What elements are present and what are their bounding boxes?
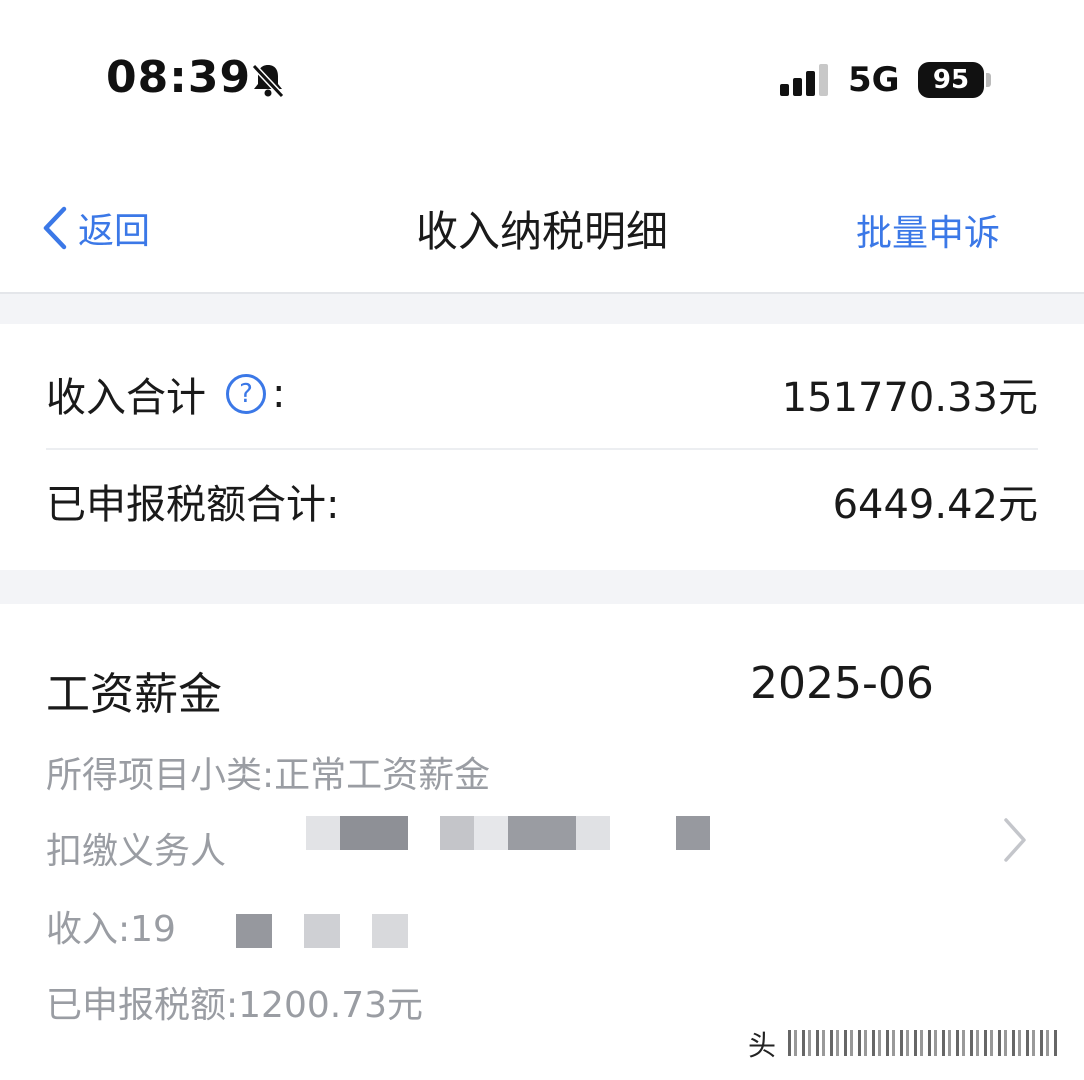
mosaic-block	[576, 816, 610, 850]
chevron-right-icon	[1004, 818, 1026, 862]
mosaic-block	[372, 914, 408, 948]
mosaic-block	[508, 816, 576, 850]
record-subcategory: 所得项目小类:正常工资薪金	[46, 755, 491, 796]
mosaic-block	[304, 914, 340, 948]
mosaic-block	[340, 816, 408, 850]
income-total-colon: :	[272, 371, 286, 417]
watermark-text: 头	[748, 1029, 777, 1062]
record-tax: 已申报税额:1200.73元	[46, 985, 423, 1026]
question-icon[interactable]: ?	[226, 374, 266, 414]
bell-off-icon	[251, 63, 285, 99]
income-total-row: 收入合计 ? : 151770.33元	[46, 340, 1038, 450]
status-time: 08:39	[106, 52, 252, 103]
income-total-value: 151770.33元	[781, 375, 1038, 421]
network-type: 5G	[848, 60, 900, 100]
summary-section: 收入合计 ? : 151770.33元 已申报税额合计: 6449.42元	[0, 324, 1084, 570]
battery-icon: 95	[918, 62, 992, 98]
mosaic-block	[440, 816, 474, 850]
section-divider	[0, 292, 1084, 324]
nav-bar: 返回 收入纳税明细 批量申诉	[0, 170, 1084, 288]
income-total-label: 收入合计	[46, 375, 206, 421]
battery-level: 95	[918, 62, 984, 98]
status-bar: 08:39 5G 95	[0, 0, 1084, 160]
tax-total-value: 6449.42元	[832, 482, 1038, 528]
mosaic-block	[474, 816, 508, 850]
mosaic-block	[236, 914, 272, 948]
income-record-item[interactable]: 工资薪金 2025-06 所得项目小类:正常工资薪金 扣缴义务人 收入:19 已…	[0, 604, 1084, 1080]
batch-appeal-button[interactable]: 批量申诉	[856, 204, 1000, 256]
tax-total-row: 已申报税额合计: 6449.42元	[46, 446, 1038, 556]
mosaic-block	[676, 816, 710, 850]
record-type: 工资薪金	[46, 669, 222, 720]
signal-icon	[780, 64, 828, 96]
record-income: 收入:19	[46, 909, 176, 950]
section-divider	[0, 570, 1084, 604]
watermark-mark	[788, 1030, 1058, 1056]
record-date: 2025-06	[750, 658, 934, 709]
income-total-label-wrap: 收入合计 ? :	[46, 365, 285, 423]
tax-total-label: 已申报税额合计:	[46, 482, 340, 528]
record-withholder-label: 扣缴义务人	[46, 831, 227, 872]
mosaic-block	[306, 816, 340, 850]
battery-cap	[986, 73, 991, 87]
watermark: 头	[748, 1022, 1064, 1062]
